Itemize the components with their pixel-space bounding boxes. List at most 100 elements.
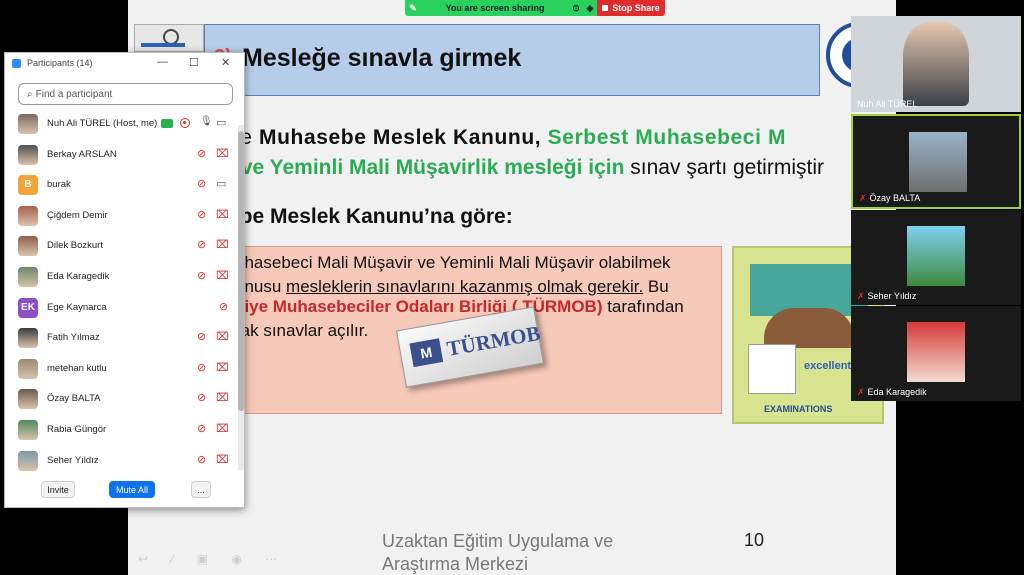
avatar xyxy=(18,267,38,287)
participant-search-input[interactable]: ⌕ Find a participant xyxy=(18,83,233,105)
mic-muted-icon[interactable]: ⊘ xyxy=(197,361,211,377)
stop-icon xyxy=(602,5,609,11)
camera-off-icon[interactable]: ⌧ xyxy=(216,453,232,469)
avatar: B xyxy=(18,175,38,196)
avatar xyxy=(18,358,38,379)
slide-line-3: ebe Meslek Kanunu’na göre: xyxy=(228,205,513,228)
participant-name: Berkay ARSLAN xyxy=(47,148,117,160)
participant-row[interactable]: Bburak ⊘ ▭ xyxy=(5,170,238,200)
participants-panel: Participants (14) — ☐ ✕ ⌕ Find a partici… xyxy=(4,52,245,508)
participant-name: Ege Kaynarca xyxy=(47,301,107,313)
avatar xyxy=(18,144,38,165)
profile-photo xyxy=(907,226,965,286)
mic-muted-icon: ✗ xyxy=(859,193,867,203)
avatar xyxy=(18,389,38,410)
security-icon[interactable]: ◈ xyxy=(583,3,597,14)
minimize-icon[interactable]: — xyxy=(157,56,168,68)
video-tile-ozay[interactable]: ✗ Özay BALTA xyxy=(851,114,1021,209)
avatar xyxy=(18,420,38,440)
camera-off-icon[interactable]: ⌧ xyxy=(216,391,232,407)
video-tile-seher[interactable]: ✗ Seher Yıldız xyxy=(851,210,1021,305)
participant-row[interactable]: Çiğdem Demir ⊘ ⌧ xyxy=(5,201,238,231)
mic-muted-icon[interactable]: ⊘ xyxy=(197,208,211,224)
video-tile-eda[interactable]: ✗ Eda Karagedik xyxy=(851,306,1021,401)
camera-off-icon[interactable]: ⌧ xyxy=(216,208,232,224)
participant-row[interactable]: metehan kutlu ⊘ ⌧ xyxy=(5,354,238,384)
participant-row[interactable]: Eda Karagedik ⊘ ⌧ xyxy=(5,262,238,292)
participant-row[interactable]: Dilek Bozkurt ⊘ ⌧ xyxy=(5,231,238,261)
participant-name: Seher Yıldız xyxy=(47,454,99,466)
slide-line-2: t ve Yeminli Mali Müşavirlik mesleği içi… xyxy=(228,156,824,179)
participant-row[interactable]: Fatih Yılmaz ⊘ ⌧ xyxy=(5,323,238,353)
video-tile-self[interactable]: Nuh Ali TÜREL xyxy=(851,16,1021,112)
camera-icon[interactable]: ▭ xyxy=(216,116,226,129)
box-line-4: rak sınavlar açılır. xyxy=(235,321,369,340)
zoom-screen-share-view: 2) Mesleğe sınavla girmek de Muhasebe Me… xyxy=(0,0,1024,575)
mic-muted-icon[interactable]: ⊘ xyxy=(197,238,211,254)
box-line-2: onusu mesleklerin sınavlarını kazanmış o… xyxy=(235,277,669,296)
invite-button[interactable]: Invite xyxy=(41,481,75,498)
participant-name: Nuh Ali TÜREL (Host, me) xyxy=(47,118,158,129)
share-screen-badge-icon xyxy=(161,119,173,128)
avatar xyxy=(18,328,38,349)
participant-name: Fatih Yılmaz xyxy=(47,332,100,344)
participant-name: Çiğdem Demir xyxy=(47,209,108,221)
slide-nav-controls[interactable]: ↩ ⁄ ▣ ◉ ⋯ xyxy=(138,552,287,566)
participant-name: metehan kutlu xyxy=(47,362,107,374)
slide-footer: Uzaktan Eğitim Uygulama ve Araştırma Mer… xyxy=(382,531,614,574)
profile-photo xyxy=(907,322,965,382)
zoom-icon xyxy=(12,58,21,68)
participant-name: Rabia Güngör xyxy=(47,424,107,435)
mic-icon[interactable]: 🎙 xyxy=(200,116,213,127)
participant-row[interactable]: Nuh Ali TÜREL (Host, me) 🎙 ▭ xyxy=(5,109,238,139)
slide-line-1: de Muhasebe Meslek Kanunu, Serbest Muhas… xyxy=(228,126,787,149)
participant-row[interactable]: Rabia Güngör ⊘ ⌧ xyxy=(5,415,238,445)
stop-share-button[interactable]: Stop Share xyxy=(597,0,665,16)
profile-photo xyxy=(909,132,967,192)
mic-muted-icon[interactable]: ⊘ xyxy=(197,453,211,469)
avatar xyxy=(18,205,38,226)
close-icon[interactable]: ✕ xyxy=(221,56,230,69)
camera-off-icon[interactable]: ⌧ xyxy=(216,238,232,254)
camera-off-icon[interactable]: ⌧ xyxy=(216,330,232,346)
avatar xyxy=(18,236,38,257)
slide-page-number: 10 xyxy=(744,530,765,550)
participant-name: burak xyxy=(47,179,71,191)
avatar xyxy=(18,114,38,134)
list-scrollbar[interactable] xyxy=(238,125,244,470)
camera-off-icon[interactable]: ⌧ xyxy=(216,269,232,285)
camera-off-icon[interactable]: ⌧ xyxy=(216,422,232,438)
screen-share-bar: ✎ You are screen sharing ⊙ ◈ Stop Share xyxy=(405,0,665,16)
avatar xyxy=(18,450,38,471)
panel-title: Participants (14) xyxy=(27,58,93,68)
participant-row[interactable]: Berkay ARSLAN ⊘ ⌧ xyxy=(5,140,238,170)
search-icon: ⌕ xyxy=(27,88,33,100)
slide-title: Mesleğe sınavla girmek xyxy=(242,44,522,72)
camera-icon[interactable]: ▭ xyxy=(216,177,232,193)
mic-muted-icon[interactable]: ⊘ xyxy=(197,269,211,285)
camera-off-icon[interactable]: ⌧ xyxy=(216,361,232,377)
more-options-button[interactable]: ... xyxy=(191,481,211,498)
video-feed xyxy=(903,22,969,106)
participant-name: Özay BALTA xyxy=(47,393,101,405)
panel-titlebar: Participants (14) — ☐ ✕ xyxy=(5,53,244,73)
camera-off-icon[interactable]: ⌧ xyxy=(216,147,232,163)
mic-muted-icon[interactable]: ⊘ xyxy=(197,330,211,346)
participant-row[interactable]: EK Ege Kaynarca ⊘ xyxy=(5,293,238,323)
shield-icon[interactable]: ⊙ xyxy=(569,3,583,14)
sharing-status: ✎ You are screen sharing ⊙ ◈ xyxy=(405,0,597,16)
mic-muted-icon[interactable]: ⊘ xyxy=(197,422,211,438)
mic-muted-icon[interactable]: ⊘ xyxy=(197,147,211,163)
participant-name: Eda Karagedik xyxy=(47,271,110,282)
participant-row[interactable]: Seher Yıldız ⊘ ⌧ xyxy=(5,446,238,476)
mic-muted-icon[interactable]: ⊘ xyxy=(197,177,211,193)
mic-muted-icon[interactable]: ⊘ xyxy=(197,391,211,407)
mic-muted-icon[interactable]: ⊘ xyxy=(219,300,233,316)
maximize-icon[interactable]: ☐ xyxy=(189,56,199,69)
mic-muted-icon: ✗ xyxy=(857,387,865,397)
participant-row[interactable]: Özay BALTA ⊘ ⌧ xyxy=(5,384,238,414)
recording-icon xyxy=(180,118,190,128)
slide-clock-icon xyxy=(134,24,204,52)
mute-all-button[interactable]: Mute All xyxy=(109,481,155,498)
pin-icon[interactable]: ✎ xyxy=(405,3,421,14)
